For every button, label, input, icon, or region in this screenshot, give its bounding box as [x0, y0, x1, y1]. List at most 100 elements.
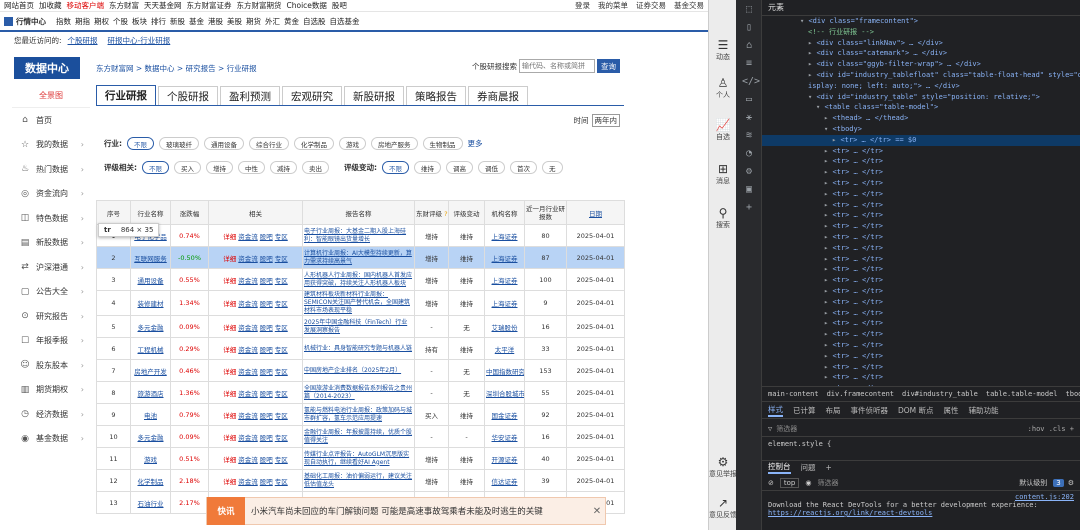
sidebar-item-shareholder[interactable]: ☺ 股东股本 ›	[12, 353, 90, 378]
related-link[interactable]: 专区	[275, 434, 288, 442]
related-link[interactable]: 资金流	[238, 368, 258, 376]
dom-node[interactable]: ▸ <tr> … </tr>	[762, 167, 1080, 178]
tab-computed[interactable]: 已计算	[793, 405, 816, 416]
related-link[interactable]: 股吧	[260, 390, 273, 398]
dom-node[interactable]: ▸ <tr> … </tr>	[762, 286, 1080, 297]
related-link[interactable]: 股吧	[260, 456, 273, 464]
table-row[interactable]: 11 游戏 0.51% 详细 资金流 股吧 专区 传媒行业点评报告：AutoGLM沉思版实现自…	[96, 447, 625, 470]
related-link[interactable]: 资金流	[238, 346, 258, 354]
top-link[interactable]: 天天基金网	[144, 0, 182, 11]
nav-link[interactable]: 外汇	[265, 16, 280, 27]
edge-feed-button[interactable]: ☰ 动态	[709, 38, 737, 62]
tab-ipo-report[interactable]: 新股研报	[344, 86, 404, 105]
my-menu-link[interactable]: 我的菜单	[598, 0, 628, 11]
cell-org[interactable]: 信达证券	[484, 469, 525, 492]
table-row[interactable]: 9 电池 0.79% 详细 资金流 股吧 专区 氢能与燃料电池行业周报：政策加码与城市群扩容，…	[96, 403, 625, 426]
nav-link[interactable]: 指数	[56, 16, 71, 27]
tab-issues[interactable]: 问题	[801, 462, 816, 473]
cell-industry[interactable]: 多元金融	[130, 425, 171, 448]
rating-chip[interactable]: 卖出	[302, 161, 329, 174]
context-select[interactable]: top	[779, 477, 800, 488]
search-button[interactable]: 查询	[597, 59, 620, 73]
dom-crumb[interactable]: div#industry_table	[902, 390, 978, 398]
recent-link[interactable]: 研报中心-行业研报	[108, 35, 171, 46]
nav-link[interactable]: 自选股	[303, 16, 326, 27]
related-link[interactable]: 专区	[275, 346, 288, 354]
table-row[interactable]: 2 互联网服务 -0.50% 详细 资金流 股吧 专区 计算机行业周报：AI大模型持续更新，算…	[96, 246, 625, 269]
styles-filter-input[interactable]: 筛选器	[776, 424, 1027, 434]
cell-org[interactable]: 中国指数研究院	[484, 359, 525, 382]
related-link[interactable]: 详细	[223, 277, 236, 285]
edge-watchlist-button[interactable]: 📈 自选	[709, 118, 737, 142]
cell-org[interactable]: 艾瑞股份	[484, 315, 525, 338]
related-link[interactable]: 资金流	[238, 255, 258, 263]
sidebar-item-economy[interactable]: ◷ 经济数据 ›	[12, 402, 90, 427]
sidebar-item-hot-data[interactable]: ♨ 热门数据 ›	[12, 157, 90, 182]
industry-chip[interactable]: 通用设备	[204, 137, 244, 150]
related-link[interactable]: 股吧	[260, 233, 273, 241]
more-tools-icon[interactable]: +	[742, 202, 756, 214]
sidebar-item-home[interactable]: ⌂ 首页	[12, 108, 90, 133]
memory-icon[interactable]: ⚙	[742, 166, 756, 178]
dom-node[interactable]: ▸ <tr> … </tr>	[762, 297, 1080, 308]
nav-link[interactable]: 基金	[189, 16, 204, 27]
cell-org[interactable]: 开源证券	[484, 447, 525, 470]
tab-industry-report[interactable]: 行业研报	[96, 85, 156, 105]
device-icon[interactable]: ▯	[742, 22, 756, 34]
rating-chip[interactable]: 增持	[206, 161, 233, 174]
edge-messages-button[interactable]: ⊞ 消息	[709, 162, 737, 186]
top-link[interactable]: 加收藏	[39, 0, 62, 11]
console-icon[interactable]: ▭	[742, 94, 756, 106]
cell-industry[interactable]: 多元金融	[130, 315, 171, 338]
element-style-rule[interactable]: element.style {	[768, 440, 831, 448]
related-link[interactable]: 详细	[223, 412, 236, 420]
sidebar-overview[interactable]: 全景图	[12, 84, 90, 108]
data-center-logo[interactable]: 数据中心	[14, 57, 80, 79]
cell-org[interactable]: 深圳合股城市	[484, 381, 525, 404]
dom-node[interactable]: ▸ <tr> … </tr>	[762, 264, 1080, 275]
related-link[interactable]: 详细	[223, 300, 236, 308]
message-link[interactable]: https://reactjs.org/link/react-devtools	[768, 509, 1074, 517]
cell-org[interactable]: 上海证券	[484, 224, 525, 247]
related-link[interactable]: 详细	[223, 324, 236, 332]
change-chip[interactable]: 调低	[478, 161, 505, 174]
dom-crumb[interactable]: main-content	[768, 390, 819, 398]
related-link[interactable]: 专区	[275, 478, 288, 486]
table-row[interactable]: 1电子化学品0.74%详细资金流股吧专区电子行业周报：大基金二期入股上海硅利：智…	[96, 224, 625, 247]
devtools-title[interactable]: 元素	[762, 0, 1080, 16]
network-icon[interactable]: ≋	[742, 130, 756, 142]
message-source-link[interactable]: content.js:202	[768, 493, 1074, 501]
time-select[interactable]: 两年内	[591, 114, 620, 127]
col-header-date[interactable]: 日期	[566, 200, 625, 225]
industry-chip[interactable]: 游戏	[339, 137, 366, 150]
sidebar-item-fund[interactable]: ◉ 基金数据 ›	[12, 427, 90, 452]
styles-filter-actions[interactable]: :hov .cls +	[1028, 425, 1074, 433]
tab-strategy-report[interactable]: 策略报告	[406, 86, 466, 105]
related-link[interactable]: 详细	[223, 233, 236, 241]
nav-link[interactable]: 黄金	[284, 16, 299, 27]
edge-search-button[interactable]: ⚲ 搜索	[709, 206, 737, 230]
sidebar-item-feature-data[interactable]: ◫ 特色数据 ›	[12, 206, 90, 231]
recent-link[interactable]: 个股研报	[68, 35, 98, 46]
cell-report-name[interactable]: 全国旅游业消费数据报告系列报告之贵州篇（2014-2023）	[302, 381, 415, 404]
related-link[interactable]: 专区	[275, 412, 288, 420]
nav-link[interactable]: 个股	[113, 16, 128, 27]
related-link[interactable]: 资金流	[238, 434, 258, 442]
dom-node[interactable]: <!-- 行业研报 -->	[762, 27, 1080, 38]
eye-icon[interactable]: ◉	[805, 479, 811, 487]
dom-node[interactable]: ▾ <tbody>	[762, 124, 1080, 135]
cell-report-name[interactable]: 中国房地产企业排名（2025年2月）	[302, 359, 415, 382]
sidebar-item-notice[interactable]: ▢ 公告大全 ›	[12, 280, 90, 305]
rating-chip[interactable]: 减持	[270, 161, 297, 174]
cell-report-name[interactable]: 人形机器人行业周报：国内机器人首发应用获得突破，持续关注人形机器人板块	[302, 268, 415, 291]
change-chip[interactable]: 首次	[510, 161, 537, 174]
industry-chip[interactable]: 化学制品	[294, 137, 334, 150]
rating-chip[interactable]: 买入	[174, 161, 201, 174]
cell-org[interactable]: 上海证券	[484, 246, 525, 269]
related-link[interactable]: 股吧	[260, 346, 273, 354]
sidebar-item-annual[interactable]: ☐ 年报季报 ›	[12, 329, 90, 354]
cell-report-name[interactable]: 基础化工周报：油价偏弱运行，建议关注低估值龙头	[302, 469, 415, 492]
related-link[interactable]: 详细	[223, 434, 236, 442]
cell-report-name[interactable]: 计算机行业周报：AI大模型持续更新，算力需求持续高景气	[302, 246, 415, 269]
cell-org[interactable]: 上海证券	[484, 290, 525, 316]
